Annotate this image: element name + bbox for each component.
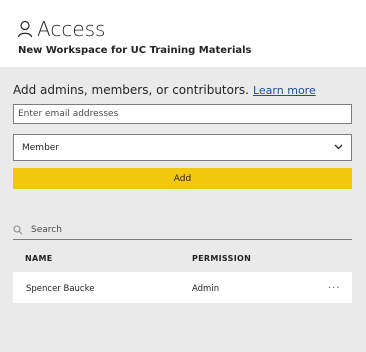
intro-text: Add admins, members, or contributors. (13, 83, 249, 97)
access-header: Access New Workspace for UC Training Mat… (0, 0, 366, 67)
column-header-permission: PERMISSION (192, 254, 252, 263)
search-input[interactable] (29, 223, 333, 236)
page-title: Access (37, 17, 106, 41)
search-icon (13, 220, 23, 239)
add-button[interactable]: Add (13, 168, 352, 189)
workspace-name: New Workspace for UC Training Materials (18, 45, 252, 56)
table-row: Spencer Baucke Admin ... (13, 272, 352, 303)
more-options-icon[interactable]: ... (328, 280, 341, 291)
title-row: Access (17, 19, 105, 39)
user-name: Spencer Baucke (26, 284, 95, 294)
role-select-value: Member (22, 142, 60, 153)
role-select[interactable]: Member (13, 134, 352, 161)
chevron-down-icon (334, 143, 343, 153)
person-icon (17, 20, 33, 38)
column-header-name: NAME (25, 254, 53, 263)
search-box (13, 220, 352, 240)
email-input[interactable] (13, 104, 352, 124)
user-permission: Admin (192, 284, 220, 294)
add-members-prompt: Add admins, members, or contributors. Lea… (13, 83, 316, 97)
learn-more-link[interactable]: Learn more (253, 84, 316, 97)
